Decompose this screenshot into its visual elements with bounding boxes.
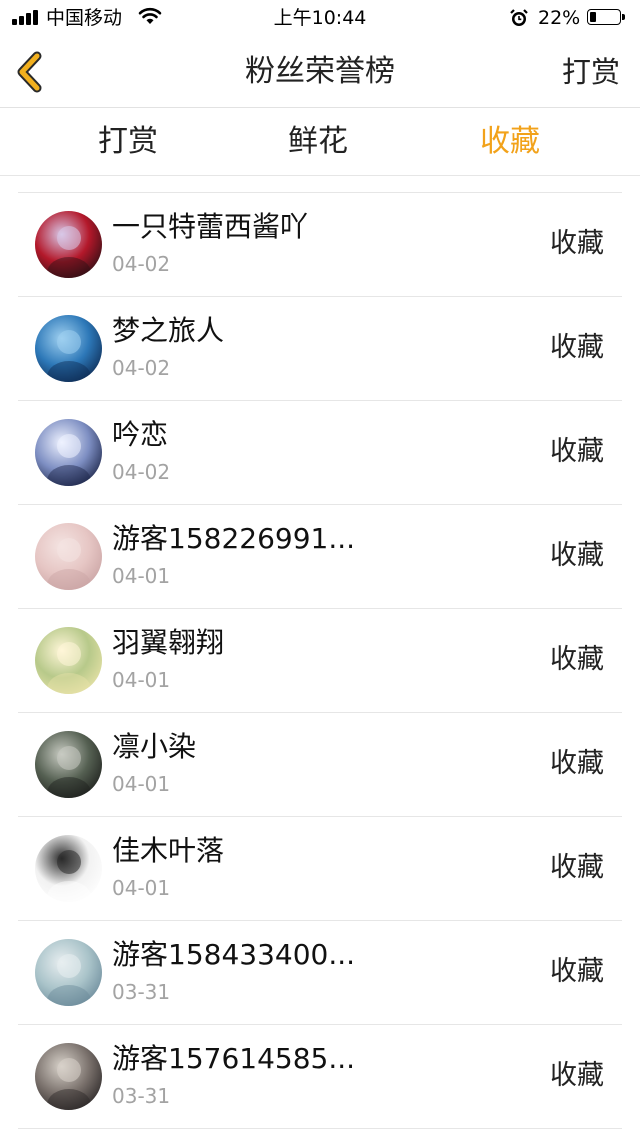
fan-name: 游客158433400... [112,938,356,971]
navigation-bar: 粉丝荣誉榜 打赏 [0,36,640,108]
fan-row-2[interactable]: 梦之旅人 04-02 收藏 [18,297,622,401]
support-type: 收藏 [550,644,604,675]
fan-row-3[interactable]: 吟恋 04-02 收藏 [18,401,622,505]
tab-flowers[interactable]: 鲜花 [258,124,378,160]
support-type: 收藏 [550,332,604,363]
reward-button[interactable]: 打赏 [562,53,620,91]
avatar [35,835,102,902]
fan-date: 04-01 [112,564,171,588]
avatar [35,523,102,590]
fan-name: 凛小染 [112,730,197,763]
status-bar: 中国移动 上午10:44 22% [0,0,640,36]
fan-row-1[interactable]: 一只特蕾西酱吖 04-02 收藏 [18,193,622,297]
tab-favorites[interactable]: 收藏 [450,124,570,160]
fan-name: 游客157614585... [112,1042,356,1075]
support-type: 收藏 [550,956,604,987]
support-type: 收藏 [550,228,604,259]
fan-row-7[interactable]: 佳木叶落 04-01 收藏 [18,817,622,921]
avatar [35,627,102,694]
battery-percentage: 22% [538,7,581,29]
support-type: 收藏 [550,436,604,467]
fan-date: 03-31 [112,980,171,1004]
fan-name: 梦之旅人 [112,314,225,347]
avatar [35,211,102,278]
avatar [35,939,102,1006]
fan-name: 吟恋 [112,418,169,451]
avatar [35,315,102,382]
tab-bar: 打赏 鲜花 收藏 [0,108,640,176]
fan-name: 一只特蕾西酱吖 [112,210,309,243]
fan-name: 羽翼翱翔 [112,626,225,659]
fan-date: 04-01 [112,668,171,692]
fan-date: 04-01 [112,876,171,900]
avatar [35,731,102,798]
alarm-icon [508,7,530,33]
fan-row-6[interactable]: 凛小染 04-01 收藏 [18,713,622,817]
fan-row-4[interactable]: 游客158226991... 04-01 收藏 [18,505,622,609]
fan-name: 佳木叶落 [112,834,225,867]
fan-list: 一只特蕾西酱吖 04-02 收藏 梦之旅人 04-02 收藏 吟恋 04-02 … [18,192,622,1129]
fan-date: 04-01 [112,772,171,796]
fan-name: 游客158226991... [112,522,356,555]
avatar [35,419,102,486]
fan-date: 03-31 [112,1084,171,1108]
page-title: 粉丝荣誉榜 [245,54,395,89]
support-type: 收藏 [550,1060,604,1091]
fan-row-9[interactable]: 游客157614585... 03-31 收藏 [18,1025,622,1129]
fan-row-5[interactable]: 羽翼翱翔 04-01 收藏 [18,609,622,713]
battery-icon [587,9,626,27]
fan-row-8[interactable]: 游客158433400... 03-31 收藏 [18,921,622,1025]
tab-reward[interactable]: 打赏 [68,124,188,160]
fan-date: 04-02 [112,252,171,276]
support-type: 收藏 [550,852,604,883]
support-type: 收藏 [550,540,604,571]
support-type: 收藏 [550,748,604,779]
fan-date: 04-02 [112,460,171,484]
fan-date: 04-02 [112,356,171,380]
avatar [35,1043,102,1110]
